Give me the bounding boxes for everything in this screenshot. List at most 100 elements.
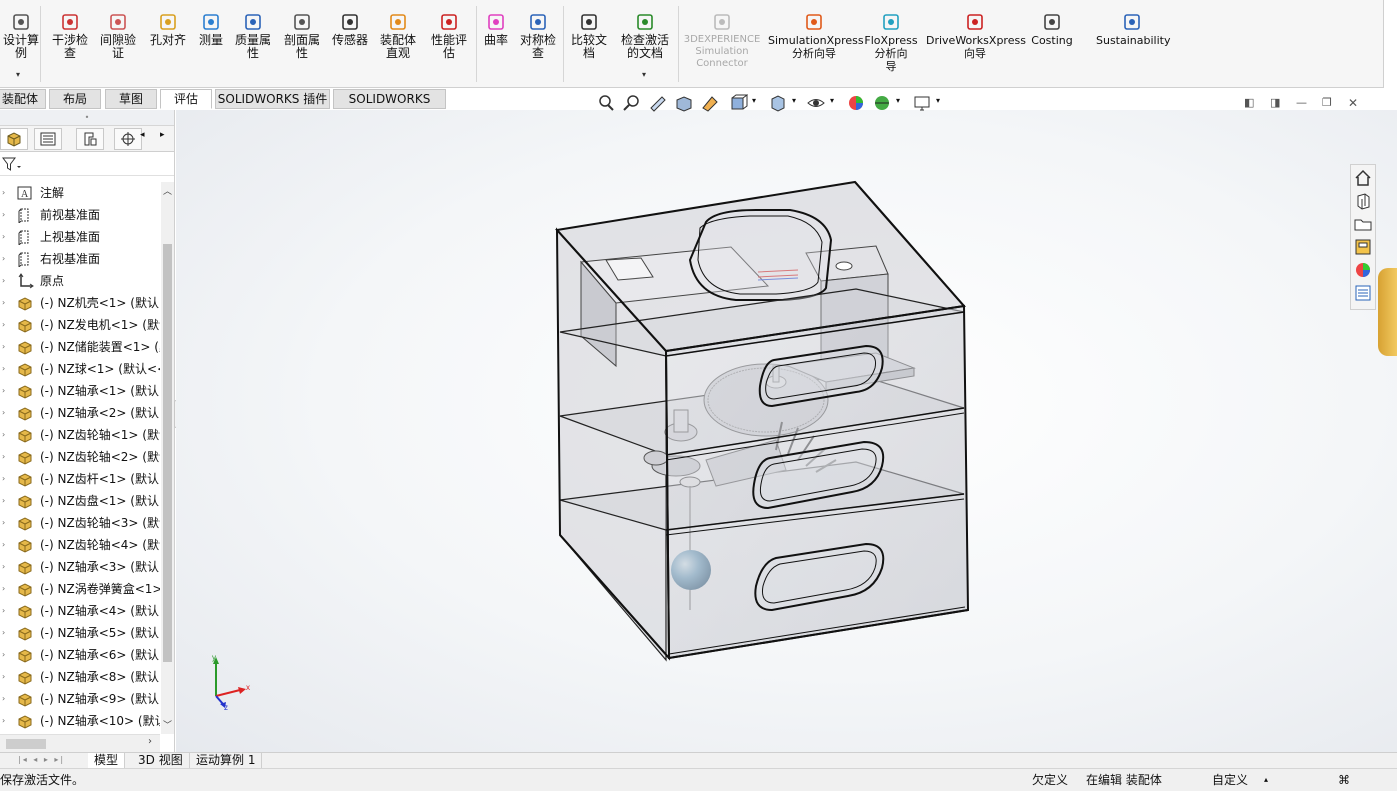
feature-manager-tab[interactable] [0, 128, 28, 150]
design-library-icon[interactable] [1353, 191, 1373, 211]
tree-item[interactable]: › (-) NZ齿盘<1> (默认< [0, 490, 160, 512]
scroll-right-icon[interactable]: › [148, 736, 152, 747]
ribbon-button-curvature[interactable]: 曲率 [481, 12, 511, 47]
design-study-dropdown-icon[interactable]: ▾ [16, 70, 20, 79]
expand-arrow-icon[interactable]: › [2, 182, 5, 204]
expand-arrow-icon[interactable]: › [2, 402, 5, 424]
display-style-icon[interactable] [768, 94, 788, 112]
section-view-icon[interactable] [674, 94, 694, 112]
units-selector[interactable]: 自定义 [1212, 769, 1248, 791]
expand-arrow-icon[interactable]: › [2, 710, 5, 732]
minimize-icon[interactable]: — [1296, 96, 1307, 109]
tab-navigation-arrows[interactable]: |◂ ◂ ▸ ▸| [18, 755, 82, 767]
ribbon-button-mass-properties[interactable]: 质量属 性 [231, 12, 275, 60]
ribbon-button-3dexperience[interactable]: 3DEXPERIENCE Simulation Connector [683, 12, 761, 70]
view-settings-dropdown-icon[interactable]: ▾ [936, 96, 940, 105]
tree-item[interactable]: › (-) NZ涡卷弹簧盒<1> [0, 578, 160, 600]
ribbon-button-costing[interactable]: Costing [1028, 12, 1076, 47]
ribbon-button-floxpress[interactable]: FloXpress 分析向 导 [864, 12, 918, 73]
expand-arrow-icon[interactable]: › [2, 226, 5, 248]
tab-scroll-left-icon[interactable]: ◂ [140, 130, 145, 140]
tree-item[interactable]: › (-) NZ储能装置<1> (默 [0, 336, 160, 358]
ribbon-button-driveworksxpress[interactable]: DriveWorksXpress 向导 [926, 12, 1026, 60]
close-icon[interactable]: ✕ [1348, 96, 1358, 110]
view-settings-icon[interactable] [912, 94, 932, 112]
tree-item[interactable]: › 原点 [0, 270, 160, 292]
home-icon[interactable] [1353, 168, 1373, 188]
tree-item[interactable]: › (-) NZ轴承<8> (默认< [0, 666, 160, 688]
panel-right-icon[interactable]: ◨ [1270, 96, 1280, 109]
tab-motion-study[interactable]: 运动算例 1 [190, 753, 263, 769]
tree-item[interactable]: › (-) NZ齿轮轴<1> (默认 [0, 424, 160, 446]
property-manager-tab[interactable] [34, 128, 62, 150]
view-orientation-icon[interactable] [728, 94, 748, 112]
expand-arrow-icon[interactable]: › [2, 512, 5, 534]
tree-item[interactable]: › (-) NZ轴承<3> (默认< [0, 556, 160, 578]
zoom-to-fit-icon[interactable] [596, 94, 616, 112]
appearances-icon[interactable] [1353, 260, 1373, 280]
apply-scene-icon[interactable] [872, 94, 892, 112]
configuration-manager-tab[interactable] [76, 128, 104, 150]
tree-item[interactable]: › (-) NZ轴承<10> (默认 [0, 710, 160, 732]
hide-show-dropdown-icon[interactable]: ▾ [830, 96, 834, 105]
ribbon-button-simulationxpress[interactable]: SimulationXpress 分析向导 [768, 12, 864, 60]
expand-arrow-icon[interactable]: › [2, 622, 5, 644]
ribbon-button-interference-check[interactable]: 干涉检 查 [49, 12, 91, 60]
ribbon-button-hole-alignment[interactable]: 孔对齐 [148, 12, 188, 47]
tree-item[interactable]: › (-) NZ轴承<1> (默认< [0, 380, 160, 402]
tree-item[interactable]: › (-) NZ轴承<6> (默认< [0, 644, 160, 666]
assembly-model[interactable] [176, 110, 1397, 752]
tree-item[interactable]: › (-) NZ齿轮轴<2> (默认 [0, 446, 160, 468]
tab-1[interactable]: 布局 [49, 89, 101, 109]
expand-arrow-icon[interactable]: › [2, 248, 5, 270]
zoom-to-area-icon[interactable] [622, 94, 642, 112]
ribbon-button-sustainability[interactable]: Sustainability [1096, 12, 1170, 47]
hscroll-thumb[interactable] [6, 739, 46, 749]
ribbon-button-compare-documents[interactable]: 比较文 档 [568, 12, 610, 60]
ribbon-button-clearance-verify[interactable]: 间隙验 证 [97, 12, 139, 60]
previous-view-icon[interactable] [648, 94, 668, 112]
restore-icon[interactable]: ❐ [1322, 96, 1332, 109]
hide-show-items-icon[interactable] [806, 94, 826, 112]
panel-left-icon[interactable]: ◧ [1244, 96, 1254, 109]
tab-4[interactable]: SOLIDWORKS 插件 [215, 89, 330, 109]
tab-model[interactable]: 模型 [88, 753, 126, 769]
tree-item[interactable]: › (-) NZ轴承<2> (默认< [0, 402, 160, 424]
expand-arrow-icon[interactable]: › [2, 204, 5, 226]
ribbon-button-check-active-document[interactable]: 检查激活 的文档 [617, 12, 673, 60]
tab-scroll-right-icon[interactable]: ▸ [160, 130, 165, 140]
ribbon-button-design-study[interactable]: 设计算 例 [2, 12, 40, 60]
ribbon-button-sensor[interactable]: 传感器 [328, 12, 372, 47]
expand-arrow-icon[interactable]: › [2, 424, 5, 446]
ribbon-button-assembly-visualization[interactable]: 装配体 直观 [376, 12, 420, 60]
expand-arrow-icon[interactable]: › [2, 292, 5, 314]
tree-item[interactable]: › (-) NZ球<1> (默认<< [0, 358, 160, 380]
filter-icon[interactable] [2, 156, 22, 172]
edit-appearance-icon[interactable] [846, 94, 866, 112]
ribbon-button-symmetry-check[interactable]: 对称检 查 [516, 12, 560, 60]
dynamic-annotation-icon[interactable] [700, 94, 720, 112]
dimxpert-manager-tab[interactable] [114, 128, 142, 150]
expand-arrow-icon[interactable]: › [2, 666, 5, 688]
ribbon-button-performance-evaluation[interactable]: 性能评 估 [427, 12, 471, 60]
expand-arrow-icon[interactable]: › [2, 336, 5, 358]
tab-3[interactable]: 评估 [160, 89, 212, 109]
expand-arrow-icon[interactable]: › [2, 358, 5, 380]
expand-arrow-icon[interactable]: › [2, 380, 5, 402]
view-palette-icon[interactable] [1353, 237, 1373, 257]
tab-0[interactable]: 装配体 [0, 89, 46, 109]
tab-3d-views[interactable]: 3D 视图 [132, 753, 190, 769]
expand-arrow-icon[interactable]: › [2, 534, 5, 556]
expand-arrow-icon[interactable]: › [2, 556, 5, 578]
tree-item[interactable]: › (-) NZ发电机<1> (默认 [0, 314, 160, 336]
ribbon-button-section-properties[interactable]: 剖面属 性 [280, 12, 324, 60]
custom-properties-icon[interactable] [1353, 283, 1373, 303]
units-dropdown-icon[interactable]: ▴ [1264, 769, 1268, 791]
tab-5[interactable]: SOLIDWORKS MBD [333, 89, 446, 124]
view-orientation-dropdown-icon[interactable]: ▾ [752, 96, 756, 105]
tree-item[interactable]: › 右视基准面 [0, 248, 160, 270]
graphics-area[interactable]: y x z [176, 110, 1397, 752]
rebuild-status-icon[interactable]: ⌘ [1338, 769, 1350, 791]
scroll-down-icon[interactable]: ﹀ [163, 718, 172, 731]
panel-splitter-handle[interactable]: • [0, 110, 174, 126]
